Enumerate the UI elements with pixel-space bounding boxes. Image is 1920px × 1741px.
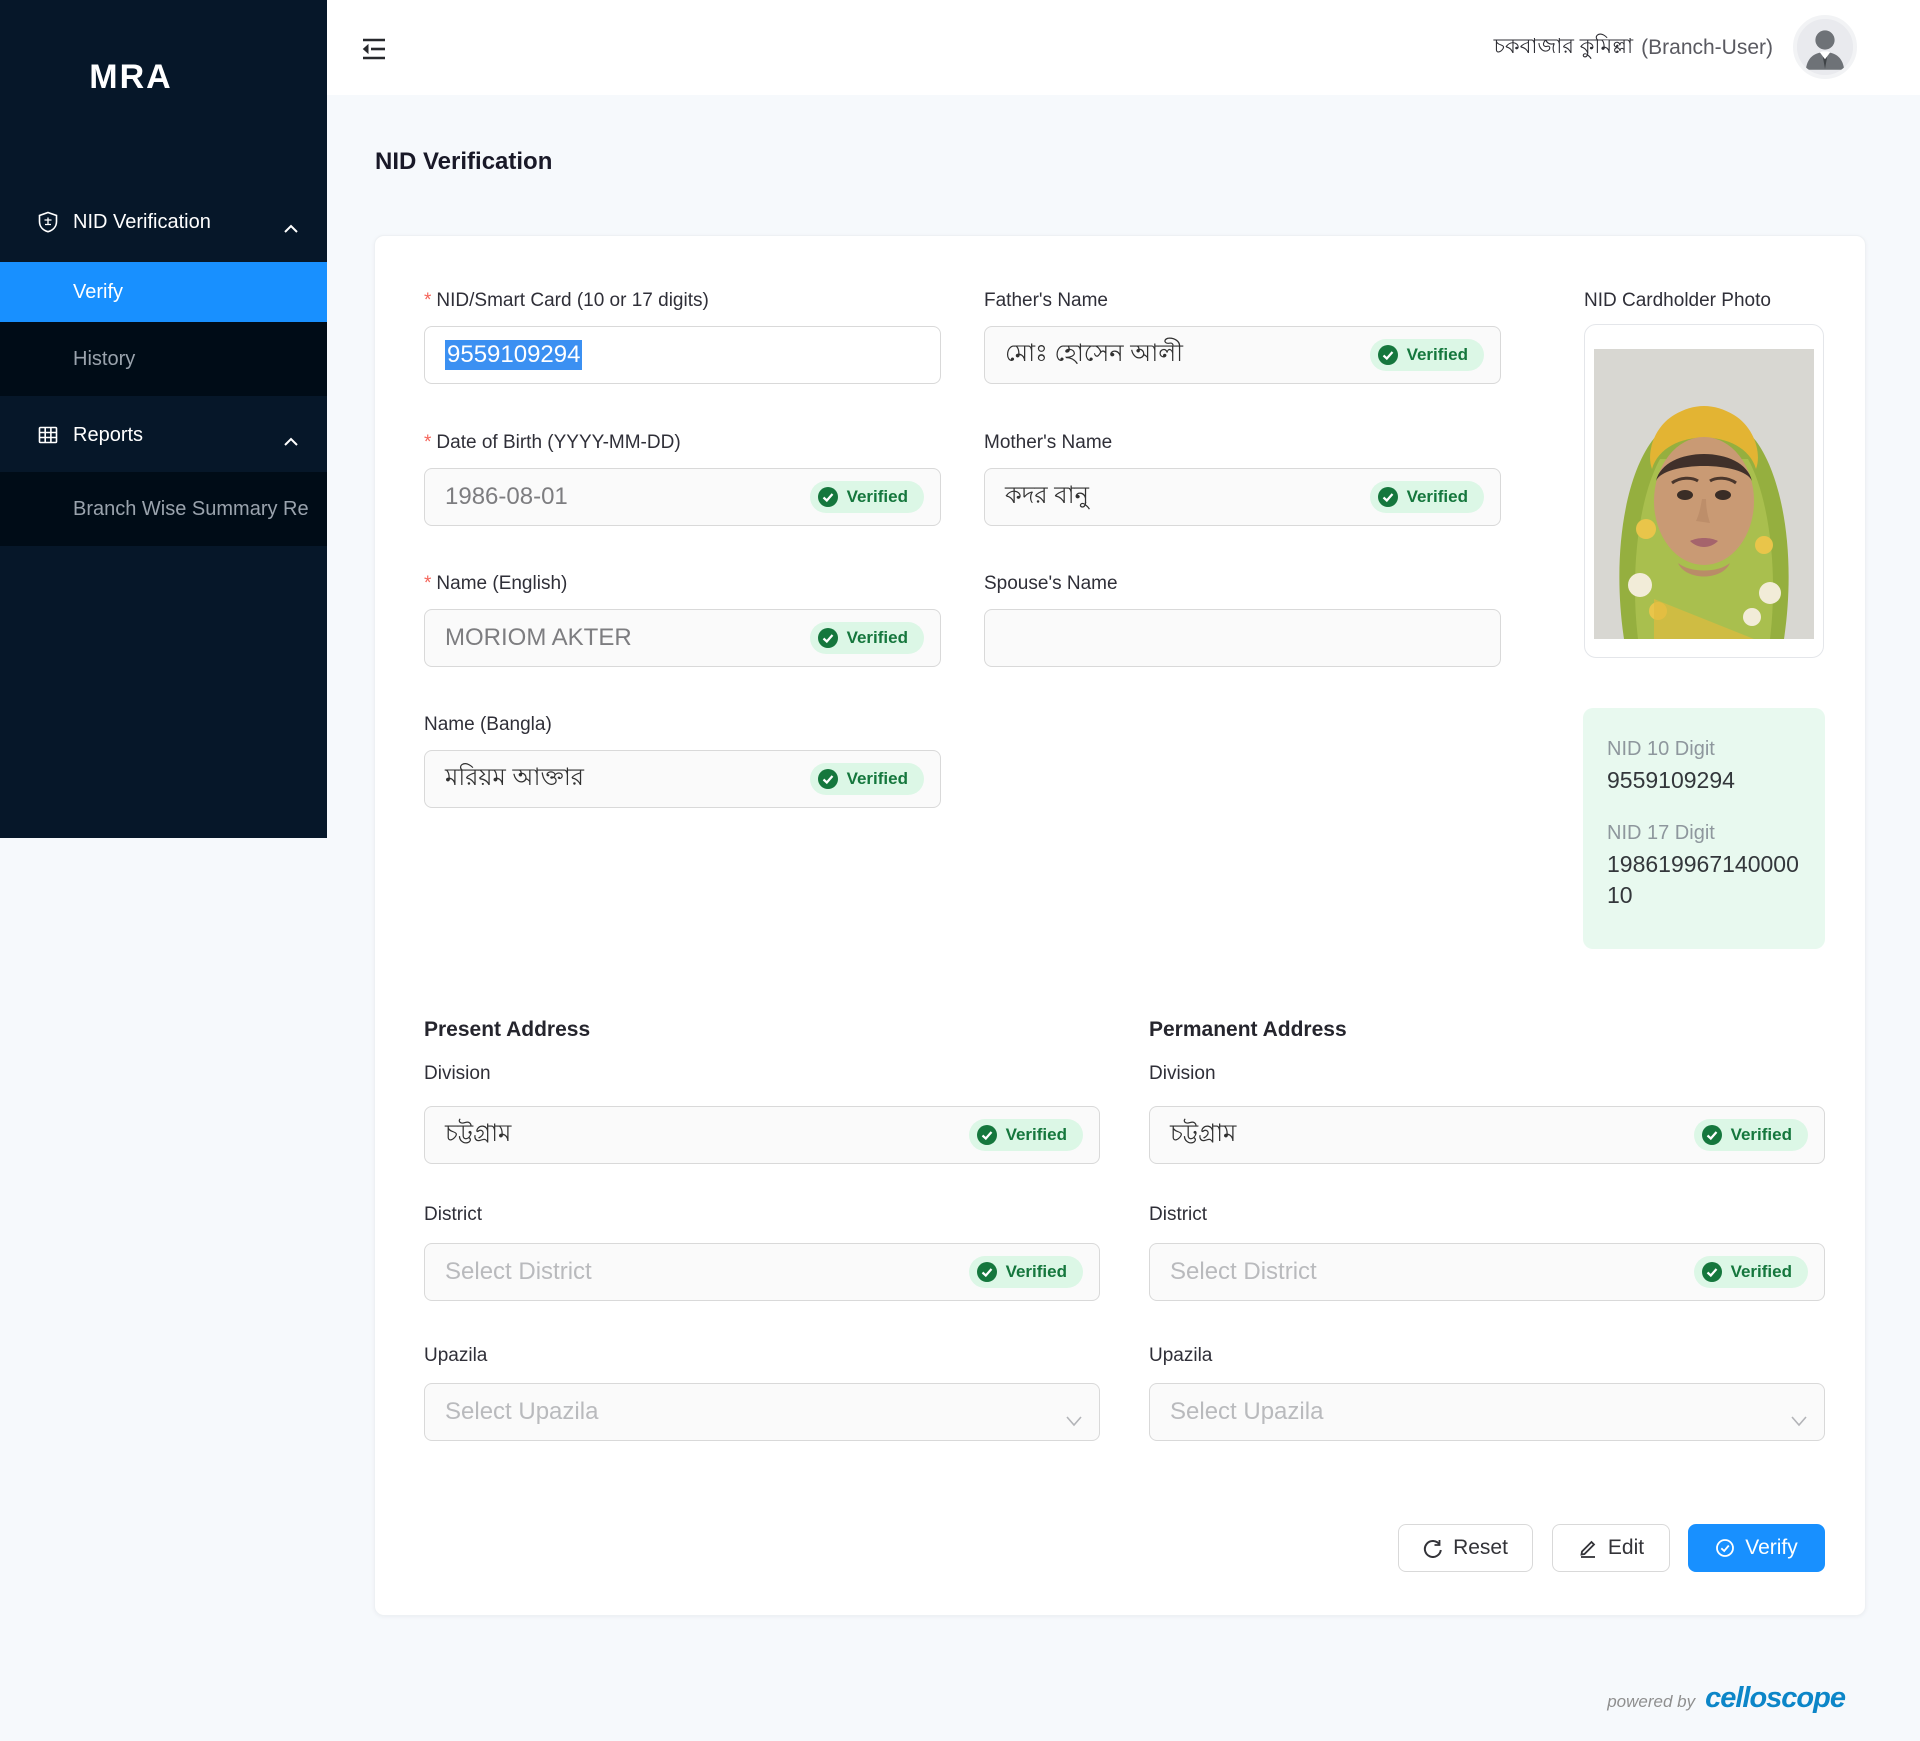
check-circle-icon	[1377, 486, 1399, 508]
nid17-value: 19861996714000010	[1607, 851, 1799, 909]
celloscope-logo: celloscope	[1705, 1682, 1846, 1714]
present-address-title: Present Address	[424, 1018, 591, 1041]
sidebar-item-label: Reports	[73, 423, 144, 446]
chevron-up-icon	[283, 217, 299, 233]
verify-button[interactable]: Verify	[1688, 1524, 1825, 1572]
photo-label: NID Cardholder Photo	[1584, 290, 1771, 311]
nid17-label: NID 17 Digit	[1607, 822, 1715, 845]
check-circle-icon	[976, 1261, 998, 1283]
reset-button[interactable]: Reset	[1398, 1524, 1533, 1572]
table-icon	[37, 424, 59, 446]
powered-by-text: powered by	[1607, 1692, 1696, 1711]
nid-input[interactable]: 9559109294	[424, 326, 941, 384]
present-district-label: District	[424, 1204, 483, 1225]
nid-verification-card: * NID/Smart Card (10 or 17 digits) Father…	[374, 235, 1866, 1616]
check-circle-icon	[976, 1124, 998, 1146]
sidebar: MRA NID Verification Verify History Repo…	[0, 0, 327, 838]
page-title: NID Verification	[375, 148, 553, 175]
sidebar-item-label: Branch Wise Summary Re	[73, 497, 309, 520]
nid-cardholder-photo	[1584, 324, 1824, 658]
verified-badge: Verified	[1369, 481, 1484, 513]
verified-badge: Verified	[968, 1119, 1083, 1151]
check-circle-icon	[1701, 1124, 1723, 1146]
nid10-label: NID 10 Digit	[1607, 738, 1715, 760]
name-bn-field-label: Name (Bangla)	[424, 714, 552, 735]
spouse-field-label: Spouse's Name	[984, 573, 1118, 594]
sidebar-item-branch-wise-summary-report[interactable]: Branch Wise Summary Re	[0, 472, 327, 546]
verified-badge: Verified	[968, 1256, 1083, 1288]
dob-input[interactable]: 1986-08-01 Verified	[424, 468, 941, 526]
verified-badge: Verified	[809, 763, 924, 795]
permanent-district-select[interactable]: Select District Verified	[1149, 1243, 1825, 1301]
dob-field-label: * Date of Birth (YYYY-MM-DD)	[424, 432, 681, 453]
present-division-input[interactable]: চট্টগ্রাম Verified	[424, 1106, 1100, 1164]
check-circle-icon	[817, 486, 839, 508]
father-field-label: Father's Name	[984, 290, 1109, 311]
user-menu[interactable]: চকবাজার কুমিল্লা (Branch-User)	[1494, 0, 1773, 95]
verified-badge: Verified	[1369, 339, 1484, 371]
permanent-division-input[interactable]: চট্টগ্রাম Verified	[1149, 1106, 1825, 1164]
check-circle-icon	[1701, 1261, 1723, 1283]
avatar[interactable]	[1793, 15, 1857, 79]
permanent-address-title: Permanent Address	[1149, 1018, 1347, 1041]
present-upazila-select[interactable]: Select Upazila	[424, 1383, 1100, 1441]
edit-pencil-icon	[1578, 1538, 1598, 1558]
present-upazila-label: Upazila	[424, 1345, 488, 1366]
chevron-down-icon	[1065, 1406, 1083, 1427]
app-logo: MRA	[89, 58, 173, 96]
permanent-district-label: District	[1149, 1204, 1208, 1225]
check-circle-outline-icon	[1715, 1538, 1735, 1558]
name-bn-input[interactable]: মরিয়ম আক্তার Verified	[424, 750, 941, 808]
spouse-name-input[interactable]	[984, 609, 1501, 667]
name-en-field-label: * Name (English)	[424, 573, 568, 594]
check-circle-icon	[817, 768, 839, 790]
top-header: চকবাজার কুমিল্লা (Branch-User)	[327, 0, 1920, 95]
sidebar-item-history[interactable]: History	[0, 322, 327, 396]
sidebar-item-label: Verify	[73, 280, 124, 303]
sidebar-item-label: NID Verification	[73, 210, 211, 233]
certificate-shield-icon	[37, 211, 59, 233]
chevron-down-icon	[1790, 1406, 1808, 1427]
mother-field-label: Mother's Name	[984, 432, 1113, 453]
nid-input-value: 9559109294	[445, 340, 583, 370]
verified-badge: Verified	[809, 481, 924, 513]
sidebar-item-reports[interactable]: Reports	[0, 398, 327, 472]
permanent-upazila-select[interactable]: Select Upazila	[1149, 1383, 1825, 1441]
chevron-up-icon	[283, 430, 299, 446]
sidebar-item-nid-verification[interactable]: NID Verification	[0, 192, 327, 252]
permanent-division-label: Division	[1149, 1063, 1216, 1084]
sidebar-item-verify[interactable]: Verify	[0, 262, 327, 322]
required-asterisk: *	[424, 290, 432, 311]
mother-name-input[interactable]: কদর বানু Verified	[984, 468, 1501, 526]
portrait-photo	[1594, 349, 1814, 639]
verified-badge: Verified	[1693, 1119, 1808, 1151]
user-role: (Branch-User)	[1641, 35, 1773, 59]
permanent-upazila-label: Upazila	[1149, 1345, 1213, 1366]
footer: powered by celloscope	[1607, 1682, 1846, 1715]
name-en-input[interactable]: MORIOM AKTER Verified	[424, 609, 941, 667]
user-name: চকবাজার কুমিল্লা	[1493, 35, 1634, 58]
reload-icon	[1423, 1538, 1443, 1558]
edit-button[interactable]: Edit	[1552, 1524, 1670, 1572]
present-division-label: Division	[424, 1063, 491, 1084]
nid-summary-box: NID 10 Digit 9559109294 NID 17 Digit 198…	[1583, 708, 1825, 949]
menu-fold-icon[interactable]	[359, 34, 389, 64]
present-district-select[interactable]: Select District Verified	[424, 1243, 1100, 1301]
verified-badge: Verified	[809, 622, 924, 654]
nid10-value: 9559109294	[1607, 767, 1735, 793]
father-name-input[interactable]: মোঃ হোসেন আলী Verified	[984, 326, 1501, 384]
sidebar-item-label: History	[73, 347, 136, 370]
check-circle-icon	[1377, 344, 1399, 366]
verified-badge: Verified	[1693, 1256, 1808, 1288]
nid-field-label: * NID/Smart Card (10 or 17 digits)	[424, 290, 709, 311]
check-circle-icon	[817, 627, 839, 649]
